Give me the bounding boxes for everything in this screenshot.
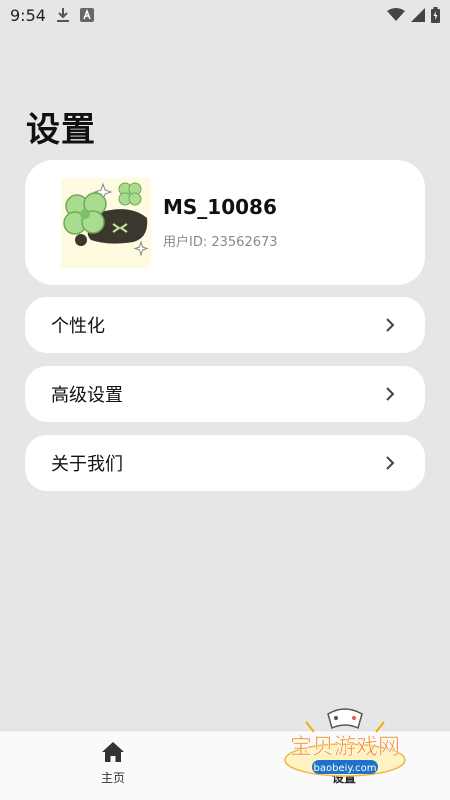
menu-item-label: 个性化 bbox=[51, 316, 105, 337]
status-bar: 9:54 bbox=[0, 0, 450, 30]
a-badge-icon bbox=[79, 8, 94, 22]
menu-item-personalization[interactable]: 个性化 bbox=[25, 297, 425, 353]
user-id: 用户ID: 23562673 bbox=[163, 235, 278, 250]
download-icon bbox=[56, 8, 69, 22]
watermark-url: baobeiy.com bbox=[314, 763, 377, 774]
menu-item-about-us[interactable]: 关于我们 bbox=[25, 435, 425, 491]
chevron-right-icon bbox=[386, 456, 395, 470]
menu-item-advanced-settings[interactable]: 高级设置 bbox=[25, 366, 425, 422]
profile-card[interactable]: MS_10086 用户ID: 23562673 bbox=[25, 160, 425, 285]
nav-home[interactable]: 主页 bbox=[80, 741, 146, 797]
username: MS_10086 bbox=[163, 195, 277, 219]
avatar bbox=[61, 177, 151, 268]
chevron-right-icon bbox=[386, 318, 395, 332]
home-icon bbox=[102, 742, 124, 762]
clover-cat-avatar-image bbox=[63, 181, 149, 257]
menu-item-label: 关于我们 bbox=[51, 454, 123, 475]
battery-icon bbox=[431, 7, 440, 23]
signal-icon bbox=[411, 8, 425, 22]
watermark-title: 宝贝游戏网 bbox=[290, 735, 400, 760]
page-title: 设置 bbox=[26, 110, 96, 150]
status-left: 9:54 bbox=[10, 6, 94, 25]
menu-item-label: 高级设置 bbox=[51, 385, 123, 406]
watermark-logo: 宝贝游戏网 baobeiy.com bbox=[284, 708, 406, 777]
status-time: 9:54 bbox=[10, 5, 46, 25]
chevron-right-icon bbox=[386, 387, 395, 401]
nav-home-label: 主页 bbox=[100, 771, 125, 785]
wifi-icon bbox=[387, 8, 405, 21]
profile-text: MS_10086 用户ID: 23562673 bbox=[163, 195, 278, 250]
status-right bbox=[387, 7, 440, 23]
